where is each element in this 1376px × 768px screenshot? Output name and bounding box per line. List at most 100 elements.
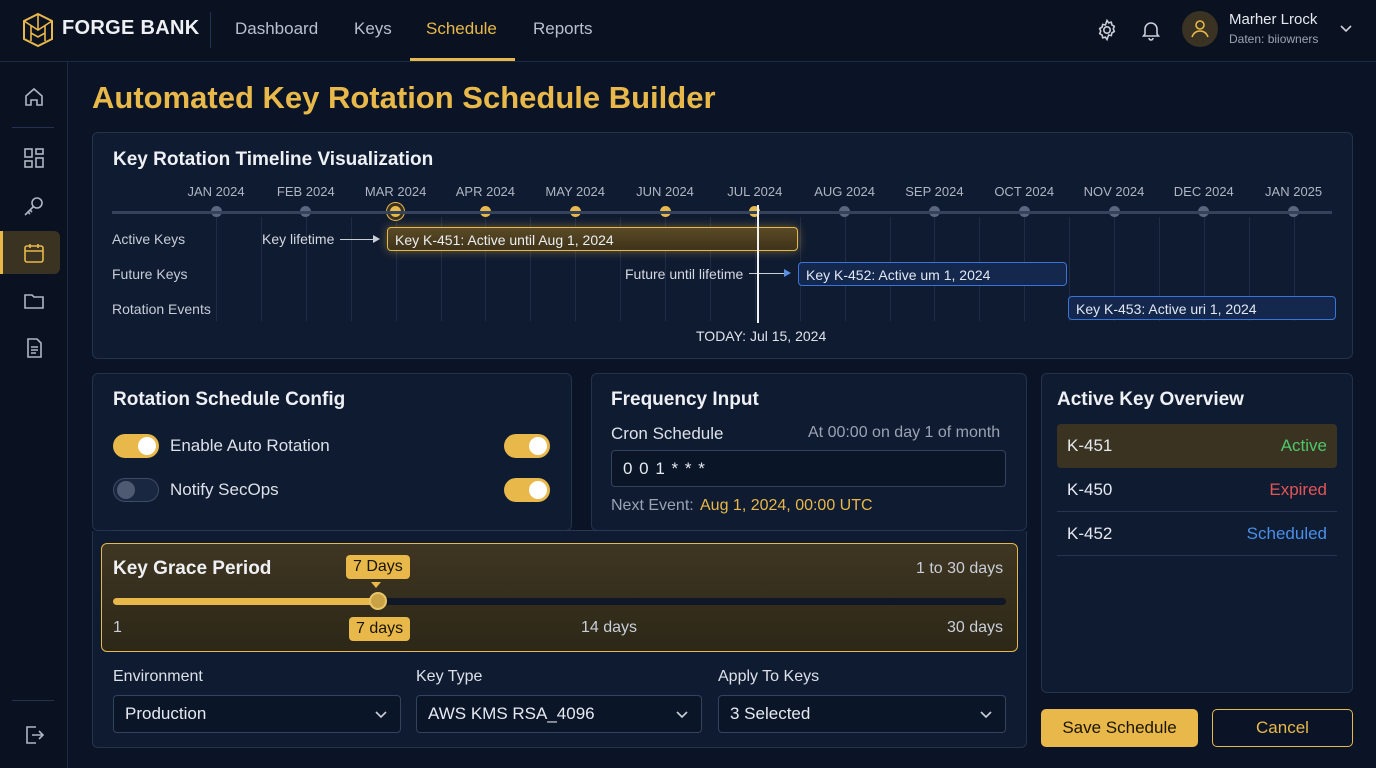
today-label: TODAY: Jul 15, 2024 (696, 328, 827, 344)
timeline-month-label: OCT 2024 (994, 184, 1055, 199)
folder-icon[interactable] (22, 289, 46, 313)
calendar-icon[interactable] (22, 241, 46, 265)
key-status: Scheduled (1246, 524, 1327, 543)
environment-select[interactable]: Production (113, 695, 401, 733)
grace-title: Key Grace Period (113, 558, 272, 579)
section-divider (113, 530, 1006, 531)
grace-slider-thumb[interactable] (369, 592, 387, 610)
nav-keys[interactable]: Keys (354, 19, 392, 39)
timeline-month-label: JAN 2024 (187, 184, 245, 199)
apply-keys-value: 3 Selected (730, 704, 811, 723)
next-event-value: Aug 1, 2024, 00:00 UTC (700, 497, 873, 514)
row-label-future: Future Keys (112, 266, 188, 282)
environment-value: Production (125, 704, 207, 723)
chevron-down-icon (980, 711, 992, 719)
auto-rotation-switch[interactable] (504, 434, 550, 458)
nav-active-indicator (410, 58, 515, 61)
keytype-select[interactable]: AWS KMS RSA_4096 (416, 695, 702, 733)
keytype-value: AWS KMS RSA_4096 (428, 704, 595, 723)
cancel-button[interactable]: Cancel (1212, 709, 1353, 747)
grace-slider-fill (113, 598, 378, 605)
user-icon (1191, 20, 1209, 38)
nav-schedule[interactable]: Schedule (426, 19, 497, 39)
page-title: Automated Key Rotation Schedule Builder (92, 80, 716, 115)
timeline-axis (112, 211, 1332, 214)
apply-keys-label: Apply To Keys (718, 668, 820, 685)
timeline-month-label: DEC 2024 (1173, 184, 1234, 199)
apply-keys-select[interactable]: 3 Selected (718, 695, 1006, 733)
timeline-month-label: FEB 2024 (276, 184, 335, 199)
chevron-down-icon (676, 711, 688, 719)
overview-title: Active Key Overview (1057, 389, 1244, 410)
lifetime-note: Key lifetime (262, 231, 335, 247)
grace-range-hint: 1 to 30 days (916, 560, 1004, 577)
timeline-gridline (216, 217, 217, 321)
row-label-active: Active Keys (112, 231, 186, 247)
grace-min-label: 1 (113, 619, 122, 636)
nav-dashboard[interactable]: Dashboard (235, 19, 318, 39)
config-title: Rotation Schedule Config (113, 389, 346, 410)
bubble-pointer (371, 582, 381, 588)
grace-max-label: 30 days (947, 619, 1004, 636)
app-name: FORGE BANK (62, 17, 200, 39)
notification-bell-icon[interactable] (1139, 18, 1163, 42)
save-schedule-button[interactable]: Save Schedule (1041, 709, 1198, 747)
auto-rotation-toggle[interactable] (113, 434, 159, 458)
next-event-label: Next Event: (611, 497, 694, 514)
logout-icon[interactable] (22, 723, 46, 747)
timeline-month-label: SEP 2024 (905, 184, 964, 199)
auto-rotation-label: Enable Auto Rotation (170, 436, 330, 455)
row-label-events: Rotation Events (112, 301, 211, 317)
timeline-month-label: MAR 2024 (364, 184, 427, 199)
key-status: Expired (1269, 480, 1327, 499)
cron-input[interactable]: 0 0 1 * * * (611, 450, 1006, 487)
timeline-month-label: JAN 2025 (1265, 184, 1323, 199)
timeline-gridline (350, 217, 352, 321)
home-icon[interactable] (22, 85, 46, 109)
notify-secops-label: Notify SecOps (170, 480, 279, 499)
grace-current-label: 7 days (349, 617, 411, 641)
key-row[interactable]: K-451 Active (1057, 424, 1337, 468)
user-subtitle: Daten: biiowners (1229, 32, 1319, 46)
today-marker (757, 205, 759, 323)
forge-bank-logo-icon (23, 12, 53, 48)
timeline-title: Key Rotation Timeline Visualization (113, 149, 434, 170)
frequency-title: Frequency Input (611, 389, 759, 410)
key-status: Active (1280, 436, 1327, 455)
key-id: K-451 (1067, 436, 1113, 455)
key-row[interactable]: K-450 Expired (1057, 468, 1337, 512)
grace-mid-label: 14 days (581, 619, 638, 636)
timeline-month-label: MAY 2024 (545, 184, 605, 199)
cron-hint: At 00:00 on day 1 of month (808, 424, 1001, 441)
sidebar-divider (12, 127, 54, 128)
grace-value-bubble: 7 Days (346, 555, 410, 579)
cron-label: Cron Schedule (611, 424, 724, 443)
key-icon[interactable] (22, 194, 46, 218)
user-name[interactable]: Marher Lrock (1229, 11, 1317, 28)
arrow-icon (749, 273, 789, 274)
chevron-down-icon (375, 711, 387, 719)
arrow-head-icon (784, 269, 791, 277)
timeline-month-label: JUN 2024 (636, 184, 694, 199)
notify-secops-switch[interactable] (504, 478, 550, 502)
top-bar (0, 0, 1376, 62)
document-icon[interactable] (22, 336, 46, 360)
future-note: Future until lifetime (625, 266, 744, 282)
timeline-month-label: AUG 2024 (814, 184, 875, 199)
key-bar-active[interactable]: Key K-451: Active until Aug 1, 2024 (387, 227, 798, 251)
keytype-label: Key Type (416, 668, 483, 685)
dashboard-grid-icon[interactable] (22, 146, 46, 170)
topbar-divider (210, 12, 211, 48)
key-bar-future[interactable]: Key K-452: Active um 1, 2024 (798, 262, 1067, 286)
key-row[interactable]: K-452 Scheduled (1057, 512, 1337, 556)
key-bar-event[interactable]: Key K-453: Active uri 1, 2024 (1068, 296, 1336, 320)
arrow-head-icon (373, 235, 380, 243)
notify-secops-toggle[interactable] (113, 478, 159, 502)
settings-gear-icon[interactable] (1095, 18, 1119, 42)
timeline-month-label: NOV 2024 (1083, 184, 1145, 199)
user-avatar[interactable] (1182, 11, 1218, 47)
nav-reports[interactable]: Reports (533, 19, 593, 39)
environment-label: Environment (113, 668, 203, 685)
sidebar-divider (12, 700, 54, 701)
chevron-down-icon[interactable] (1338, 20, 1354, 36)
